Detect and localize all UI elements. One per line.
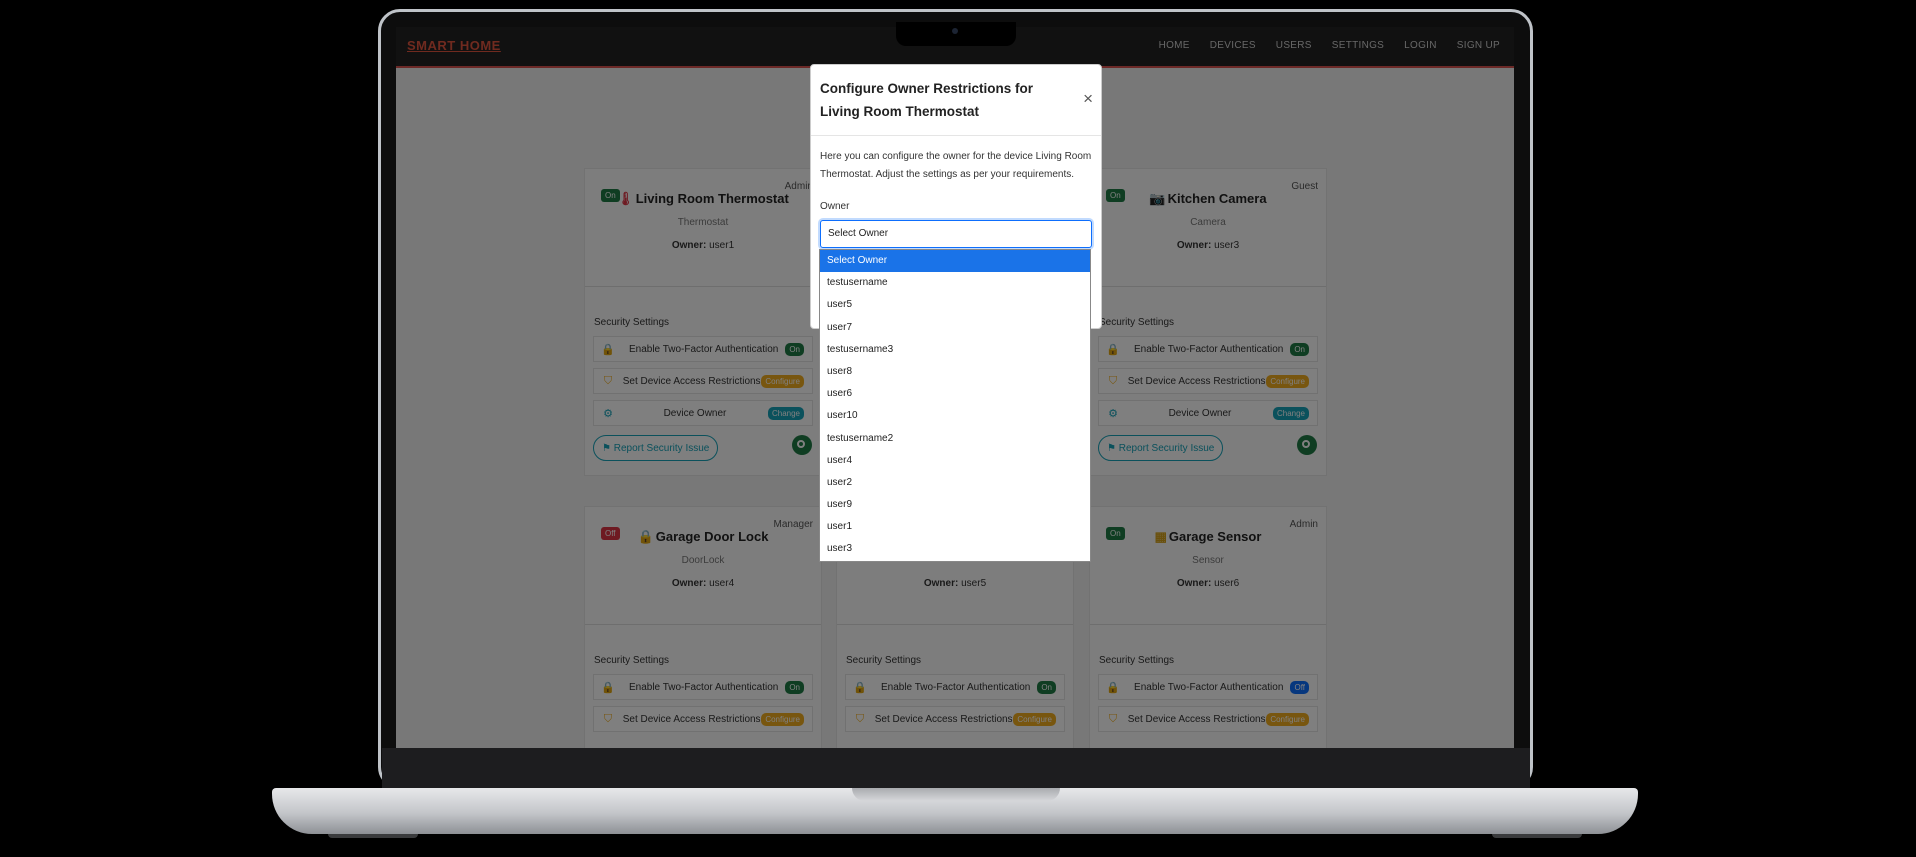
close-icon[interactable]: × [1083, 89, 1093, 109]
laptop-hinge [382, 748, 1530, 790]
laptop-foot-left [328, 834, 418, 838]
owner-option[interactable]: Select Owner [820, 250, 1090, 273]
modal-divider [811, 135, 1101, 136]
modal-description: Here you can configure the owner for the… [820, 151, 1092, 180]
owner-option[interactable]: user6 [820, 383, 1090, 405]
owner-option[interactable]: user5 [820, 294, 1090, 316]
owner-option[interactable]: testusername2 [820, 428, 1090, 450]
laptop-base-notch [852, 788, 1060, 801]
owner-option[interactable]: testusername [820, 272, 1090, 294]
owner-option[interactable]: user3 [820, 538, 1090, 560]
owner-label: Owner [820, 201, 850, 212]
owner-option[interactable]: testusername3 [820, 339, 1090, 361]
owner-option[interactable]: user4 [820, 450, 1090, 472]
owner-dropdown-list: Select Owner testusername user5 user7 te… [819, 249, 1091, 562]
screen: SMART HOME HOME DEVICES USERS SETTINGS L… [396, 27, 1514, 748]
owner-option[interactable]: user7 [820, 317, 1090, 339]
owner-option[interactable]: user2 [820, 472, 1090, 494]
modal-title: Configure Owner Restrictions for Living … [820, 81, 1034, 119]
owner-option[interactable]: user1 [820, 516, 1090, 538]
owner-select[interactable]: Select Owner [820, 220, 1092, 248]
camera-notch [896, 22, 1016, 46]
owner-option[interactable]: user8 [820, 361, 1090, 383]
owner-option[interactable]: user10 [820, 405, 1090, 427]
laptop-foot-right [1492, 834, 1582, 838]
camera-dot [952, 28, 958, 34]
owner-option[interactable]: user9 [820, 494, 1090, 516]
